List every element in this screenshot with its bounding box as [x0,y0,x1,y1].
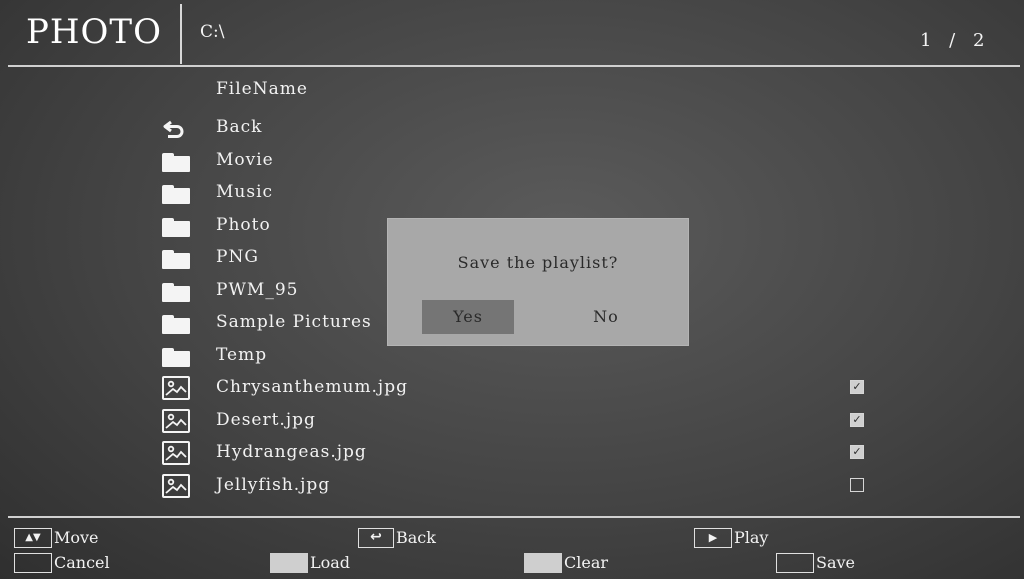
hint-load: Load [270,552,350,573]
selection-checkbox[interactable]: ✓ [850,380,864,394]
app-title: PHOTO [26,12,162,52]
hint-cancel: Cancel [14,552,110,573]
image-icon [162,376,190,400]
image-icon [162,473,190,498]
yes-button[interactable]: Yes [422,300,514,334]
folder-icon [162,183,190,205]
blue-key-swatch [776,552,814,573]
item-name: Chrysanthemum.jpg [216,377,408,397]
column-header-filename: FileName [216,79,308,99]
list-item-back[interactable]: Back [150,112,890,145]
back-arrow-icon [163,120,184,138]
selection-checkbox[interactable]: ✓ [850,412,864,427]
item-name: Back [216,117,263,137]
hint-move: ▲▼ Move [14,527,99,548]
save-playlist-dialog: Save the playlist? Yes No [388,219,688,345]
hint-clear: Clear [524,552,608,573]
current-path: C:\ [200,22,225,42]
hint-back-label: Back [396,528,436,547]
item-name: PWM_95 [216,279,299,300]
folder-icon [162,346,190,368]
folder-icon [162,281,190,303]
item-name: Jellyfish.jpg [216,474,331,495]
folder-icon [162,248,190,270]
green-key-swatch [270,552,308,573]
item-name: Temp [216,344,268,365]
selection-checkbox[interactable] [850,477,864,492]
list-item-image[interactable]: Jellyfish.jpg [150,470,890,503]
item-name: Hydrangeas.jpg [216,442,367,462]
hint-load-label: Load [310,553,351,572]
hint-move-label: Move [54,528,99,547]
selection-checkbox[interactable]: ✓ [850,445,864,459]
hint-save-label: Save [816,553,856,572]
item-name: Photo [216,214,271,235]
no-button[interactable]: No [560,300,652,334]
red-key-swatch [14,552,52,573]
up-down-arrows-icon: ▲▼ [14,527,52,548]
item-name: Sample Pictures [216,312,372,332]
item-name: Music [216,182,274,202]
footer-divider [8,516,1020,518]
hint-back: ↩ Back [358,527,436,548]
dialog-message: Save the playlist? [457,253,619,272]
header-divider-vertical [180,4,182,64]
page-indicator: 1 / 2 [920,30,991,51]
hint-save: Save [776,552,855,573]
list-item-image[interactable]: Chrysanthemum.jpg ✓ [150,372,890,405]
image-icon [162,408,190,433]
item-name: Desert.jpg [216,409,316,430]
hint-play-label: Play [734,528,769,547]
image-icon [162,441,190,465]
hint-cancel-label: Cancel [54,553,110,572]
yellow-key-swatch [524,552,562,573]
header-divider [8,65,1020,67]
hint-clear-label: Clear [564,553,609,572]
list-item-image[interactable]: Hydrangeas.jpg ✓ [150,437,890,470]
list-item-folder[interactable]: Movie [150,145,890,178]
item-name: PNG [216,247,259,267]
item-name: Movie [216,149,274,170]
photo-browser-screen: PHOTO C:\ 1 / 2 FileName Back Movie Musi… [0,0,1024,579]
list-item-image[interactable]: Desert.jpg ✓ [150,405,890,438]
folder-icon [162,216,190,238]
hint-play: ▶ Play [694,527,768,548]
list-item-folder[interactable]: Music [150,177,890,210]
back-arrow-icon: ↩ [358,527,394,548]
play-icon: ▶ [694,527,732,548]
folder-icon [162,151,190,173]
folder-icon [162,313,190,335]
